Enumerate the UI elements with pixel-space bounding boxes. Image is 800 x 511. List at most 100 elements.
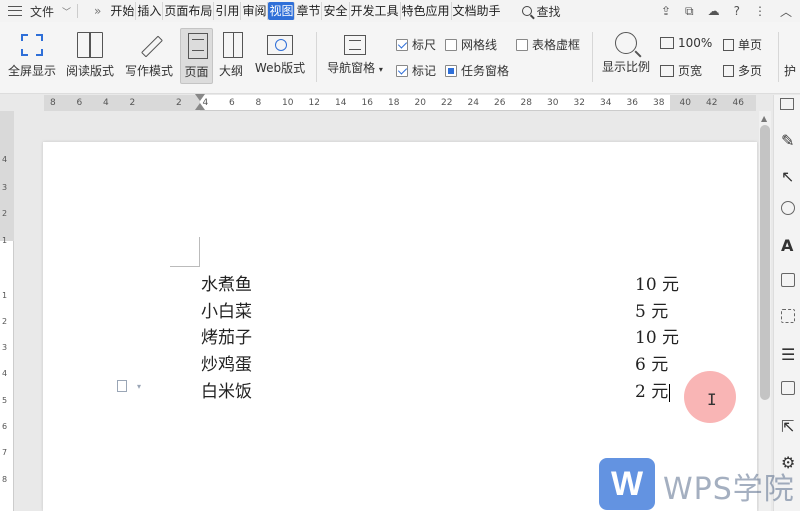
marks-checkbox[interactable]: [396, 64, 408, 77]
tab-assistant[interactable]: 文档助手: [452, 2, 502, 20]
image-icon[interactable]: [781, 381, 795, 395]
help-icon[interactable]: ?: [734, 4, 740, 18]
ruler-tick: 8: [255, 98, 262, 108]
indent-marker[interactable]: [195, 94, 205, 112]
page-view-button[interactable]: 页面: [180, 28, 213, 84]
zoom-100-button[interactable]: 100%: [660, 36, 712, 50]
page-width-button[interactable]: 页宽: [660, 62, 702, 79]
tab-review[interactable]: 审阅: [241, 2, 269, 20]
tab-view[interactable]: 视图: [268, 2, 296, 20]
paragraph-options-icon[interactable]: [117, 380, 127, 392]
hamburger-icon[interactable]: [8, 6, 22, 16]
adjust-icon[interactable]: ☰: [781, 345, 795, 364]
share-icon[interactable]: ⇪: [661, 4, 671, 18]
task-pane-label: 任务窗格: [461, 64, 510, 78]
cloud-icon[interactable]: ☁: [708, 4, 720, 18]
page-width-icon: [660, 64, 674, 77]
text-style-icon[interactable]: A: [781, 236, 795, 255]
web-icon: [267, 35, 293, 55]
task-pane-toggle[interactable]: 任务窗格: [445, 62, 509, 79]
ruler-tick: 18: [388, 98, 400, 108]
write-mode-button[interactable]: 写作模式: [122, 28, 176, 84]
gridlines-toggle[interactable]: 网格线: [445, 36, 497, 53]
nav-pane-button[interactable]: 导航窗格 ▾: [326, 28, 384, 84]
gridlines-checkbox[interactable]: [445, 38, 457, 51]
dish-name: 水煮鱼: [201, 275, 252, 295]
single-page-label: 单页: [738, 38, 763, 52]
marks-toggle[interactable]: 标记: [396, 62, 436, 79]
sync-icon[interactable]: ⧉: [685, 4, 694, 19]
shape-icon[interactable]: [781, 201, 795, 215]
more-options-icon[interactable]: ⋮: [754, 4, 766, 18]
collapse-ribbon-icon[interactable]: ︿: [780, 3, 792, 20]
dish-price: 10 元: [635, 328, 680, 348]
tab-home[interactable]: 开始: [109, 2, 137, 20]
select-icon[interactable]: ↖: [781, 167, 795, 186]
task-pane-checkbox[interactable]: [445, 64, 457, 77]
scroll-up-icon[interactable]: ▲: [761, 114, 767, 123]
file-menu[interactable]: 文件 ﹀: [0, 3, 71, 20]
ruler-checkbox[interactable]: [396, 38, 408, 51]
dish-price: 10 元: [635, 275, 680, 295]
document-line[interactable]: 水煮鱼 10 元: [201, 270, 681, 296]
panel-toggle-icon[interactable]: [780, 98, 794, 110]
tab-chapter[interactable]: 章节: [295, 2, 323, 20]
table-gridlines-label: 表格虚框: [532, 38, 581, 52]
web-view-button[interactable]: Web版式: [252, 28, 308, 84]
dish-name: 小白菜: [201, 302, 252, 322]
wps-watermark-text: WPS学院: [663, 472, 795, 507]
read-mode-button[interactable]: 阅读版式: [64, 28, 116, 84]
tab-features[interactable]: 特色应用: [401, 2, 452, 20]
scrollbar-thumb[interactable]: [760, 125, 770, 400]
export-icon[interactable]: ⇱: [781, 417, 795, 436]
table-gridlines-toggle[interactable]: 表格虚框: [516, 36, 580, 53]
outline-view-button[interactable]: 大纲: [215, 28, 247, 84]
ruler-tick: 10: [282, 98, 294, 108]
write-mode-label: 写作模式: [124, 64, 173, 78]
ruler-toggle[interactable]: 标尺: [396, 36, 436, 53]
more-toolbar-label[interactable]: 护: [784, 62, 796, 79]
zoom-button[interactable]: 显示比例: [600, 28, 652, 84]
document-line[interactable]: 炒鸡蛋 6 元: [201, 350, 681, 376]
search-label: 查找: [536, 4, 561, 19]
document-line[interactable]: 白米饭 2 元: [201, 377, 681, 403]
vruler-tick: 3: [2, 343, 8, 352]
table-icon[interactable]: [781, 273, 795, 287]
table-gridlines-checkbox[interactable]: [516, 38, 528, 51]
window-controls: ⇪ ⧉ ☁ ? ⋮ ︿: [661, 0, 800, 22]
vruler-tick: 1: [2, 291, 8, 300]
view-ribbon: 全屏显示 阅读版式 写作模式 页面 大纲 Web版式 导航窗格 ▾ 标尺 网格线…: [0, 22, 800, 94]
document-line[interactable]: 小白菜 5 元: [201, 297, 681, 323]
more-tabs-icon[interactable]: »: [94, 4, 101, 18]
ruler-tick: 38: [653, 98, 665, 108]
grid-icon[interactable]: [781, 309, 795, 323]
tab-insert[interactable]: 插入: [136, 2, 164, 20]
dish-price: 6 元: [635, 355, 669, 375]
search-button[interactable]: 查找: [521, 3, 561, 20]
tab-references[interactable]: 引用: [214, 2, 242, 20]
page-view-label: 页面: [184, 65, 209, 79]
document-line[interactable]: 烤茄子 10 元: [201, 323, 681, 349]
multi-page-button[interactable]: 多页: [723, 62, 762, 79]
tab-security[interactable]: 安全: [322, 2, 350, 20]
vruler-tick: 8: [2, 475, 8, 484]
single-page-button[interactable]: 单页: [723, 36, 762, 53]
menu-bar: 文件 ﹀ » 开始 插入 页面布局 引用 审阅 视图 章节 安全 开发工具 特色…: [0, 0, 800, 22]
vruler-tick: 5: [2, 396, 8, 405]
chevron-down-icon[interactable]: ﹀: [62, 5, 71, 18]
tab-developer[interactable]: 开发工具: [350, 2, 401, 20]
vertical-ruler[interactable]: 4 3 2 1 1 2 3 4 5 6 7 8: [0, 111, 14, 511]
caret-down-icon[interactable]: ▾: [137, 382, 141, 391]
tab-page-layout[interactable]: 页面布局: [163, 2, 215, 20]
document-page[interactable]: 水煮鱼 10 元 小白菜 5 元 烤茄子 10 元 炒鸡蛋 6 元 白米饭 2 …: [43, 142, 757, 511]
ruler-tick: 30: [547, 98, 559, 108]
vruler-tick: 2: [2, 209, 8, 218]
vertical-scrollbar[interactable]: ▲: [759, 111, 771, 511]
ibeam-cursor-icon: I: [707, 390, 717, 409]
edit-icon[interactable]: ✎: [781, 131, 795, 150]
ruler-label: 标尺: [412, 38, 437, 52]
horizontal-ruler[interactable]: 8 6 4 2 2 4 6 8 10 12 14 16 18 20 22 24 26 28 30 32 34 36 38 40…: [44, 94, 756, 112]
file-menu-label[interactable]: 文件: [30, 3, 54, 20]
fullscreen-button[interactable]: 全屏显示: [6, 28, 58, 84]
dish-name: 烤茄子: [201, 328, 252, 348]
